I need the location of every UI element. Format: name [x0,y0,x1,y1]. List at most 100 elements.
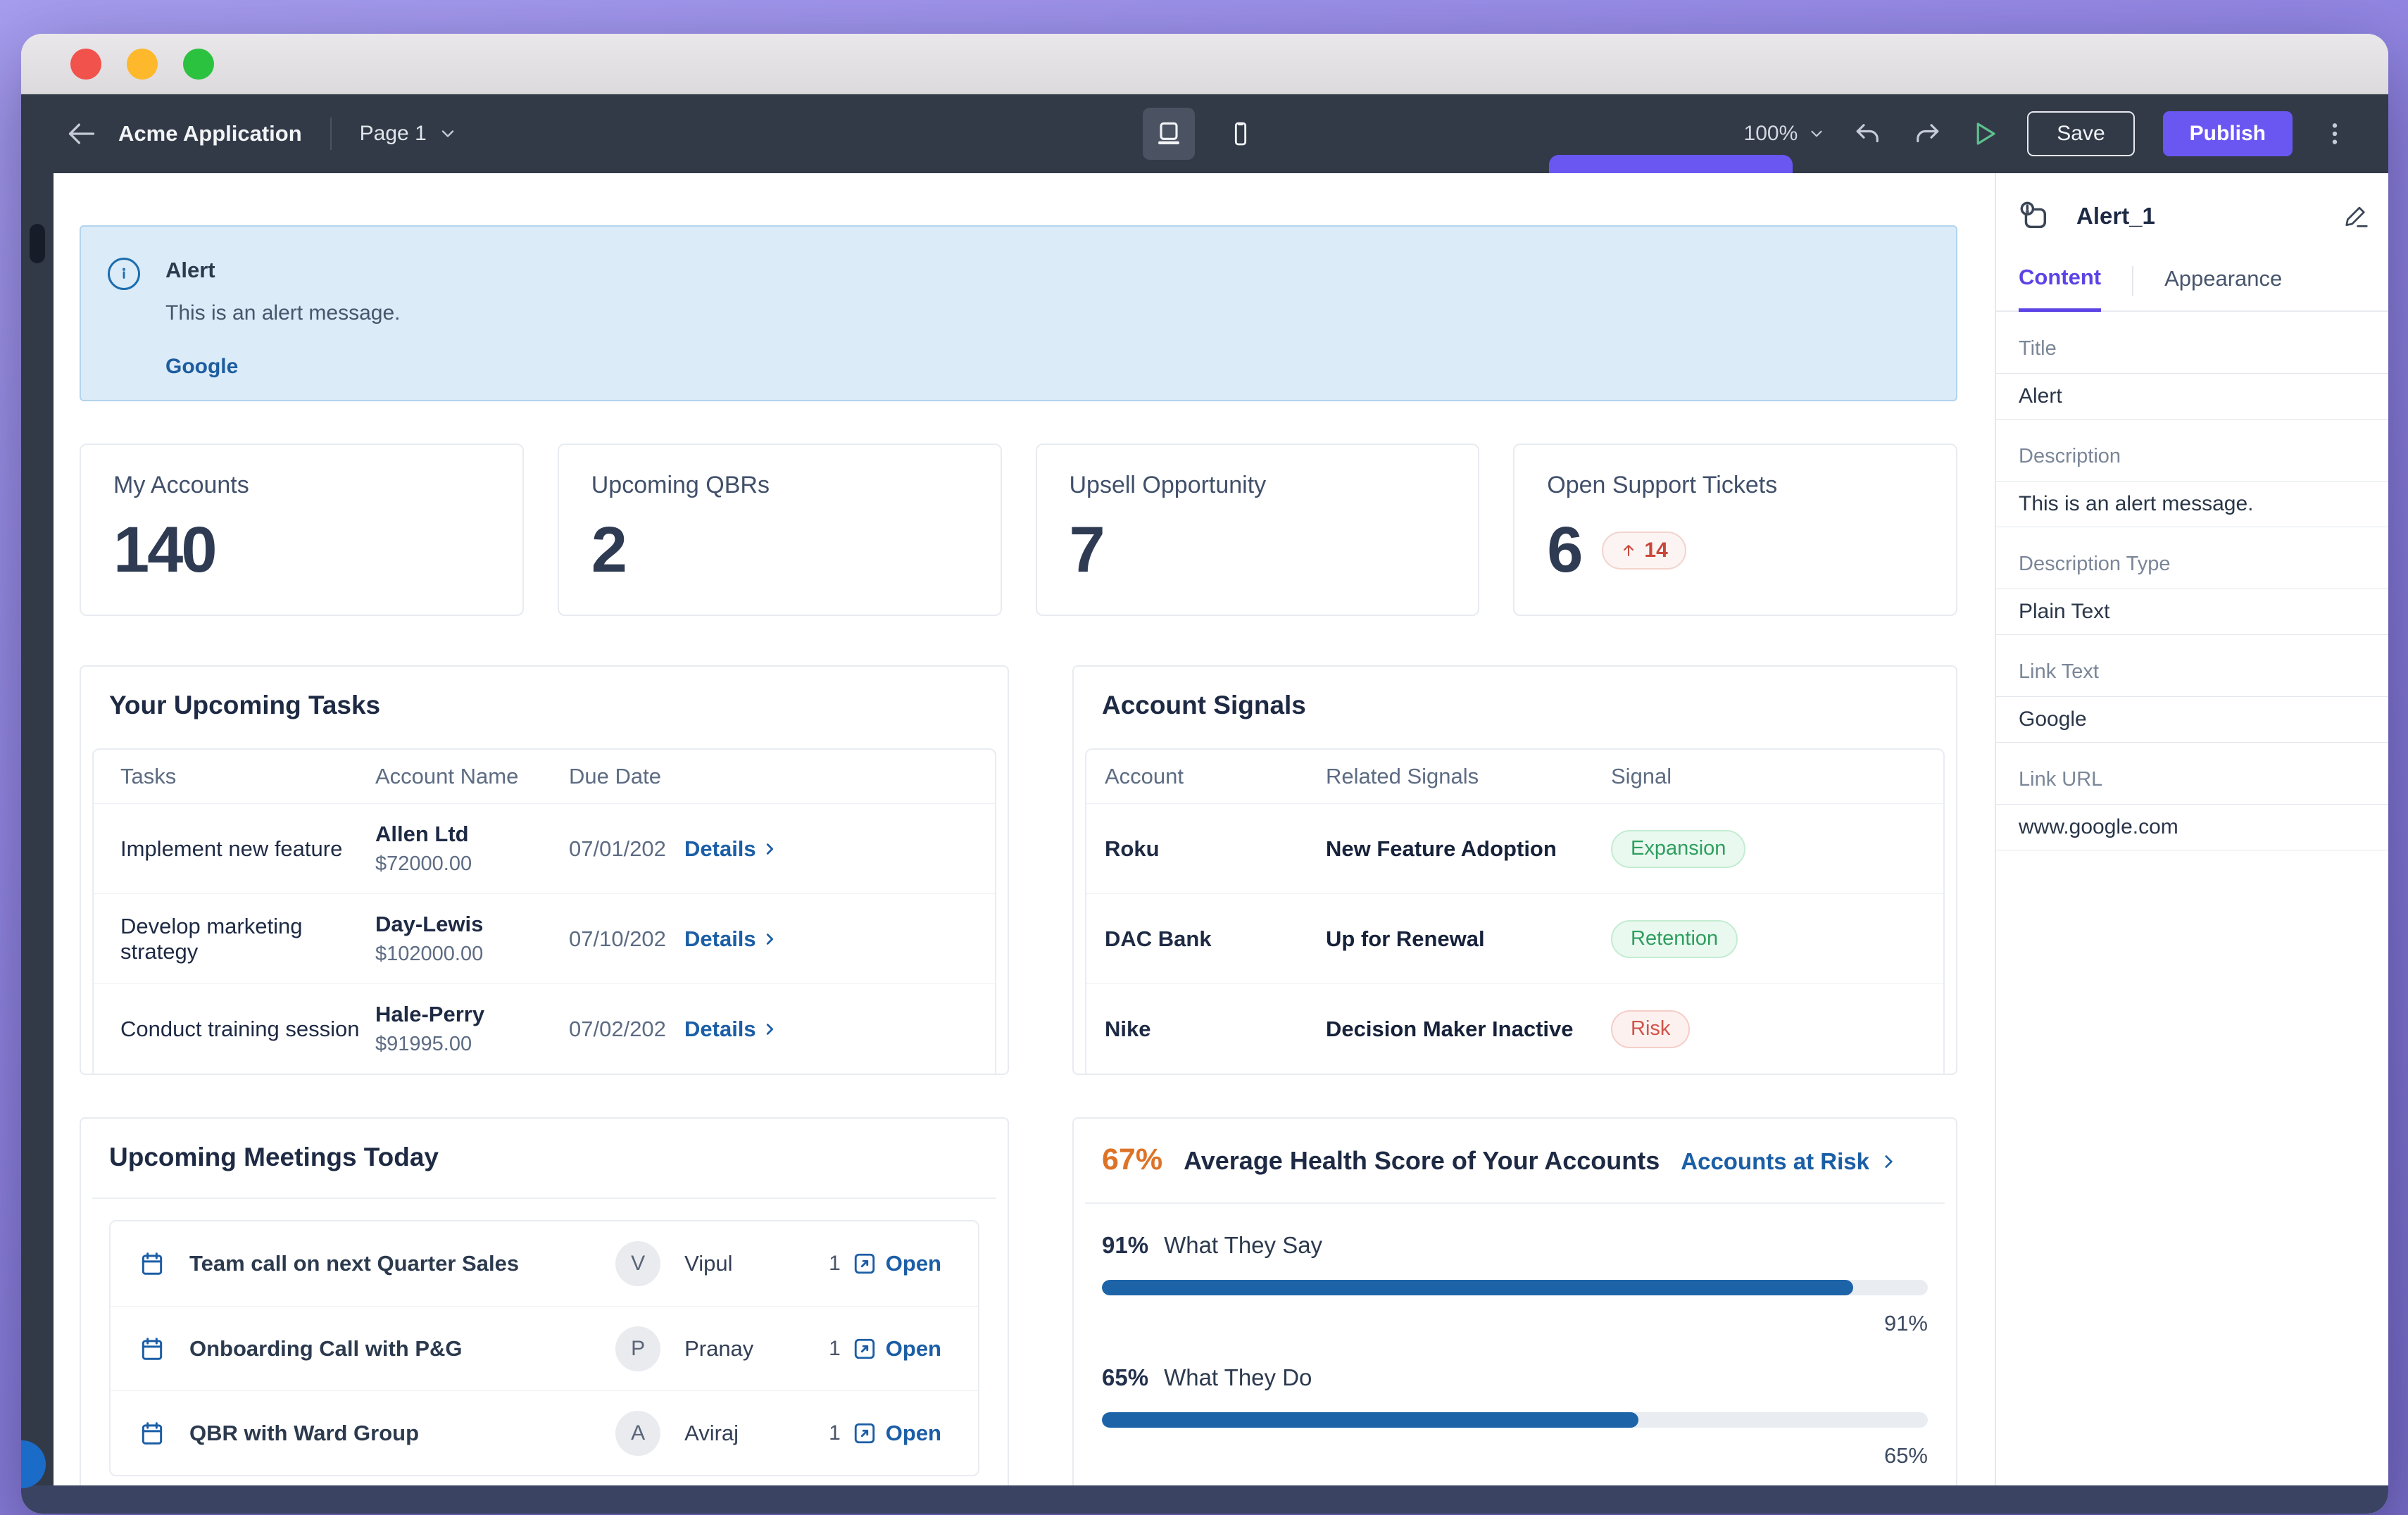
section-title: Account Signals [1102,691,1945,720]
property-inspector: Alert_1 Content Appearance Title Alert D… [1995,173,2388,1485]
meeting-name: QBR with Ward Group [189,1421,615,1446]
calendar-icon [139,1335,165,1362]
details-link[interactable]: Details [684,926,777,952]
account-signals-card: Account Signals Account Related Signals … [1072,665,1957,1075]
due-date-cell: 07/02/202 [569,1017,675,1042]
meeting-name: Onboarding Call with P&G [189,1336,615,1362]
run-button[interactable] [1969,119,1999,149]
editor-toolbar: Acme Application Page 1 100% [21,94,2388,173]
publish-button-label: Publish [2190,122,2266,146]
link-text-input[interactable]: Google [1996,696,2388,743]
list-item: Onboarding Call with P&G P Pranay 1 Open [111,1306,978,1390]
account-cell: DAC Bank [1086,926,1326,952]
task-cell: Implement new feature [94,836,375,862]
desktop: Acme Application Page 1 100% [0,0,2408,1515]
field-label: Link URL [2019,768,2388,791]
more-options-button[interactable] [2321,120,2349,148]
zoom-level: 100% [1744,122,1798,146]
rename-widget-button[interactable] [2343,203,2370,230]
signal-badge: Expansion [1611,830,1745,868]
metric-percent: 91% [1102,1232,1148,1259]
health-title: Average Health Score of Your Accounts [1184,1146,1660,1176]
inspector-tabs: Content Appearance [1996,265,2388,312]
panel-drag-handle[interactable] [30,224,45,263]
laptop-icon [1153,118,1184,149]
page-selector[interactable]: Page 1 [360,122,458,146]
table-row: Nike Decision Maker Inactive Risk [1086,983,1943,1074]
alert-title: Alert [165,258,400,283]
table-row: Implement new feature Allen Ltd $72000.0… [94,803,995,893]
mobile-view-button[interactable] [1215,108,1267,160]
field-description: Description This is an alert message. [1996,445,2388,527]
details-link[interactable]: Details [684,1017,777,1042]
calendar-icon [139,1250,165,1277]
external-link-icon [852,1251,877,1276]
calendar-icon [139,1420,165,1447]
alert-texts: Alert This is an alert message. Google [165,258,400,400]
signal-desc-cell: Decision Maker Inactive [1326,1017,1611,1042]
redo-button[interactable] [1912,119,1941,149]
chevron-right-icon [762,1021,777,1037]
description-input[interactable]: This is an alert message. [1996,481,2388,527]
alert-link[interactable]: Google [165,355,400,379]
tab-appearance[interactable]: Appearance [2164,266,2282,310]
open-meeting-link[interactable]: Open [886,1336,941,1362]
bottom-row: Upcoming Meetings Today Team call on nex… [80,1117,1957,1485]
open-meeting-link[interactable]: Open [886,1421,941,1446]
back-arrow-icon [66,118,97,149]
zoom-window-button[interactable] [183,49,214,80]
popover-stub [1549,155,1793,173]
health-score-value: 67% [1102,1143,1162,1177]
signals-table: Account Related Signals Signal Roku New … [1085,748,1945,1074]
column-header: Signal [1611,764,1943,789]
stat-value: 140 [113,513,215,587]
publish-button[interactable]: Publish [2163,111,2293,156]
health-header: 67% Average Health Score of Your Account… [1102,1143,1945,1177]
metric-percent-right: 91% [1102,1311,1928,1336]
stat-value: 7 [1070,513,1103,587]
metric-label: What They Do [1164,1364,1312,1391]
section-title: Upcoming Meetings Today [109,1143,996,1172]
chevron-right-icon [1879,1152,1898,1171]
description-type-select[interactable]: Plain Text [1996,589,2388,635]
progress-bar [1102,1412,1928,1428]
avatar: V [615,1241,660,1286]
upcoming-tasks-card: Your Upcoming Tasks Tasks Account Name D… [80,665,1009,1075]
open-meeting-link[interactable]: Open [886,1251,941,1276]
progress-fill [1102,1280,1853,1295]
save-button[interactable]: Save [2027,111,2134,156]
desktop-view-button[interactable] [1143,108,1195,160]
back-button[interactable] [66,118,97,149]
stat-title: Upsell Opportunity [1070,472,1479,499]
minimize-window-button[interactable] [127,49,158,80]
stat-title: Upcoming QBRs [591,472,1001,499]
info-icon [108,258,140,290]
progress-bar [1102,1280,1928,1295]
link-url-input[interactable]: www.google.com [1996,804,2388,850]
close-window-button[interactable] [70,49,101,80]
zoom-selector[interactable]: 100% [1744,122,1826,146]
title-input[interactable]: Alert [1996,373,2388,420]
editor-canvas: Alert This is an alert message. Google M… [54,173,1995,1485]
undo-button[interactable] [1854,119,1883,149]
stat-card-my-accounts: My Accounts 140 [80,444,524,616]
details-link[interactable]: Details [684,836,777,862]
widget-name: Alert_1 [2076,203,2155,230]
table-row: DAC Bank Up for Renewal Retention [1086,893,1943,983]
alert-banner-widget[interactable]: Alert This is an alert message. Google [80,225,1957,401]
list-item: Team call on next Quarter Sales V Vipul … [111,1221,978,1306]
tab-content[interactable]: Content [2019,265,2101,312]
field-label: Link Text [2019,660,2388,684]
metric-label: What They Say [1164,1232,1322,1259]
meeting-count: 1 [829,1421,841,1445]
column-header: Account Name [375,764,569,789]
stat-card-open-tickets: Open Support Tickets 6 14 [1513,444,1957,616]
accounts-at-risk-link[interactable]: Accounts at Risk [1681,1148,1898,1175]
health-score-card: 67% Average Health Score of Your Account… [1072,1117,1957,1485]
stat-cards-row: My Accounts 140 Upcoming QBRs 2 Upsell O… [80,444,1957,616]
meetings-card: Upcoming Meetings Today Team call on nex… [80,1117,1009,1485]
stat-title: Open Support Tickets [1547,472,1956,499]
toolbar-left: Acme Application Page 1 [21,118,458,150]
stat-card-upcoming-qbrs: Upcoming QBRs 2 [558,444,1002,616]
tasks-table-header: Tasks Account Name Due Date [94,750,995,803]
